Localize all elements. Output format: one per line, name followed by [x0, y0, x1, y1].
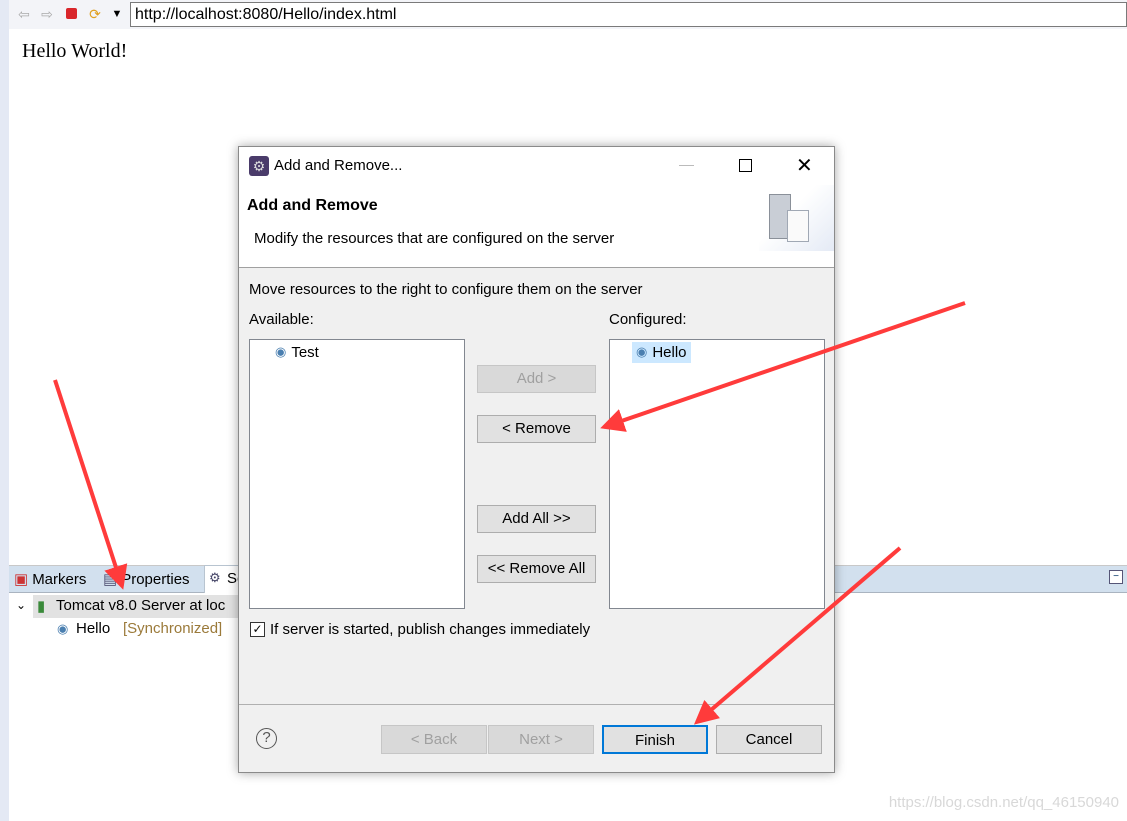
module-icon: ◉ — [636, 344, 648, 359]
watermark: https://blog.csdn.net/qq_46150940 — [888, 794, 1119, 811]
minimize-icon[interactable]: − — [1109, 570, 1123, 584]
cancel-button[interactable]: Cancel — [716, 725, 822, 754]
module-status: [Synchronized] — [123, 620, 223, 637]
back-button[interactable]: < Back — [381, 725, 487, 754]
refresh-icon[interactable]: ⟳ — [87, 6, 103, 22]
dialog-description: Modify the resources that are configured… — [254, 230, 615, 247]
remove-all-button[interactable]: << Remove All — [477, 555, 596, 583]
configured-list[interactable]: ◉ Hello — [609, 339, 825, 609]
finish-button[interactable]: Finish — [602, 725, 708, 754]
stop-icon[interactable] — [63, 6, 79, 22]
forward-arrow-icon[interactable]: ⇨ — [39, 6, 55, 22]
publish-checkbox-label[interactable]: If server is started, publish changes im… — [270, 621, 590, 638]
tab-label: Properties — [121, 570, 190, 588]
help-icon[interactable]: ? — [256, 728, 277, 749]
next-button[interactable]: Next > — [488, 725, 594, 754]
dialog-title: Add and Remove... — [274, 157, 403, 174]
page-content: Hello World! — [22, 40, 128, 62]
module-icon: ◉ — [57, 621, 69, 636]
available-list[interactable]: ◉ Test — [249, 339, 465, 609]
footer-divider — [239, 704, 834, 705]
chevron-down-icon[interactable]: ⌄ — [16, 598, 26, 612]
dropdown-icon[interactable]: ▼ — [109, 6, 125, 22]
list-item[interactable]: ◉ Hello — [632, 342, 691, 363]
list-item[interactable]: ◉ Test — [275, 344, 319, 361]
servers-icon: ⚙ — [209, 570, 221, 585]
item-label: Hello — [652, 344, 687, 361]
markers-icon: ▣ — [14, 571, 29, 588]
arrow-to-server — [53, 379, 128, 590]
add-button[interactable]: Add > — [477, 365, 596, 393]
dialog-header: Add and Remove Modify the resources that… — [239, 185, 834, 268]
tab-label: Markers — [32, 570, 87, 588]
add-all-button[interactable]: Add All >> — [477, 505, 596, 533]
server-icon: ▮ — [37, 598, 46, 615]
instruction-text: Move resources to the right to configure… — [249, 281, 643, 298]
item-label: Test — [291, 344, 319, 361]
publish-checkbox[interactable]: ✓ — [250, 622, 265, 637]
maximize-button[interactable] — [739, 159, 752, 172]
server-label: Tomcat v8.0 Server at loc — [56, 597, 226, 614]
eclipse-icon: ⚙ — [249, 156, 269, 176]
minimize-button[interactable] — [679, 165, 694, 166]
available-label: Available: — [249, 311, 314, 328]
url-input[interactable]: http://localhost:8080/Hello/index.html — [130, 2, 1127, 27]
server-banner-icon — [759, 185, 834, 251]
tab-markers[interactable]: ▣ Markers — [14, 570, 87, 589]
window-edge — [0, 0, 9, 821]
remove-button[interactable]: < Remove — [477, 415, 596, 443]
back-arrow-icon[interactable]: ⇦ — [16, 6, 32, 22]
module-label[interactable]: Hello — [76, 620, 110, 637]
dialog-heading: Add and Remove — [247, 197, 378, 214]
dialog-titlebar: ⚙ Add and Remove... ✕ — [239, 147, 834, 185]
configured-label: Configured: — [609, 311, 687, 328]
properties-icon: ▤ — [103, 571, 118, 588]
module-icon: ◉ — [275, 344, 287, 359]
tab-properties[interactable]: ▤ Properties — [103, 570, 190, 589]
add-remove-dialog: ⚙ Add and Remove... ✕ Add and Remove Mod… — [238, 146, 835, 773]
close-button[interactable]: ✕ — [796, 153, 813, 178]
